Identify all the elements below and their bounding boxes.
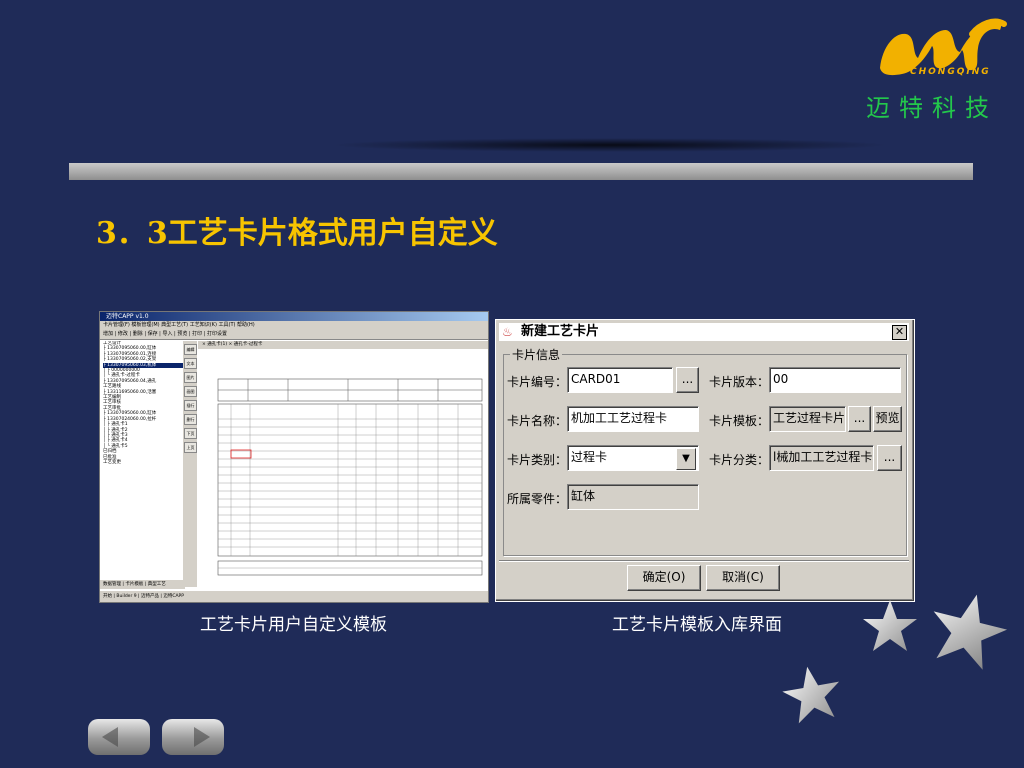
card-no-input[interactable]: CARD01 xyxy=(567,367,673,393)
previous-slide-button[interactable] xyxy=(88,719,150,755)
screenshot-bottom-tabs: 数据管理 | 卡片模板 | 典型工艺 xyxy=(100,580,185,589)
preview-button[interactable]: 预览 xyxy=(873,406,902,432)
close-button[interactable]: ✕ xyxy=(892,325,907,340)
screenshot-doc-tabs: × 通孔卡(1) × 通孔卡-过程卡 xyxy=(198,341,488,349)
left-caption: 工艺卡片用户自定义模板 xyxy=(200,615,387,635)
card-template-browse-button[interactable]: ... xyxy=(848,406,871,432)
cancel-button[interactable]: 取消(C) xyxy=(706,565,780,591)
card-version-label: 卡片版本： xyxy=(709,375,770,389)
dialog-titlebar: ♨ 新建工艺卡片 ✕ xyxy=(499,323,909,341)
card-name-input[interactable]: 机加工工艺过程卡 xyxy=(567,406,699,432)
side-button: 插行 xyxy=(184,400,197,411)
card-category-field: l械加工工艺过程卡 xyxy=(769,445,874,471)
chevron-down-icon[interactable]: ▼ xyxy=(676,448,696,470)
logo-english-text: CHONGQING xyxy=(910,67,991,77)
screenshot-side-buttons: 编辑 文本 图片 画图 插行 删行 下页 上页 xyxy=(183,341,197,587)
decorative-shadow xyxy=(330,138,890,152)
side-button: 编辑 xyxy=(184,344,197,355)
card-type-select[interactable]: 过程卡 ▼ xyxy=(567,445,699,471)
side-button: 下页 xyxy=(184,428,197,439)
card-name-label: 卡片名称： xyxy=(507,414,568,428)
side-button: 上页 xyxy=(184,442,197,453)
screenshot-menu-bar: 卡片管理(F) 模板管理(M) 典型工艺(T) 工艺知识(K) 工具(T) 帮助… xyxy=(100,321,488,329)
arrow-left-icon xyxy=(102,727,118,747)
arrow-right-icon xyxy=(194,727,210,747)
right-caption: 工艺卡片模板入库界面 xyxy=(612,615,782,635)
card-no-browse-button[interactable]: ... xyxy=(676,367,699,393)
card-template-label: 卡片模板： xyxy=(709,414,770,428)
card-category-label: 卡片分类： xyxy=(709,453,770,467)
star-icon xyxy=(863,600,917,651)
screenshot-window-title: 迈特CAPP v1.0 xyxy=(100,312,488,321)
screenshot-tree-panel: 工艺设计 ├ 13307095060.00,缸体 ├ 13307095060.0… xyxy=(100,341,186,587)
side-button: 删行 xyxy=(184,414,197,425)
horizontal-rule-bar xyxy=(69,163,973,180)
dialog-title: 新建工艺卡片 xyxy=(521,324,600,339)
side-button: 图片 xyxy=(184,372,197,383)
card-template-field: 工艺过程卡片 xyxy=(769,406,846,432)
card-version-input[interactable]: 00 xyxy=(769,367,901,393)
java-cup-icon: ♨ xyxy=(502,325,513,339)
new-card-dialog: ♨ 新建工艺卡片 ✕ 卡片信息 卡片编号： CARD01 ... 卡片版本： 0… xyxy=(495,319,915,602)
side-button: 文本 xyxy=(184,358,197,369)
screenshot-taskbar: 开始 | Builder 9 | 迈特产品 | 迈特CAPP xyxy=(100,590,488,602)
ok-button[interactable]: 确定(O) xyxy=(627,565,701,591)
capp-template-screenshot: 迈特CAPP v1.0 卡片管理(F) 模板管理(M) 典型工艺(T) 工艺知识… xyxy=(99,311,489,603)
star-icon xyxy=(782,666,840,724)
tree-item: 工艺变更 xyxy=(103,459,121,465)
card-type-value: 过程卡 xyxy=(571,450,608,464)
screenshot-document-area: × 通孔卡(1) × 通孔卡-过程卡 xyxy=(198,341,488,587)
part-field: 缸体 xyxy=(567,484,699,510)
screenshot-toolbar: 增加 | 修改 | 删除 | 保存 | 导入 | 预览 | 打印 | 打印设置 xyxy=(100,329,488,340)
card-no-label: 卡片编号： xyxy=(507,375,568,389)
star-icon xyxy=(933,594,1008,670)
dialog-separator xyxy=(499,560,909,562)
logo-chinese-text: 迈特科技 xyxy=(866,94,998,122)
side-button: 画图 xyxy=(184,386,197,397)
slide-title: 3．3工艺卡片格式用户自定义 xyxy=(96,216,498,251)
card-type-label: 卡片类别： xyxy=(507,453,568,467)
part-label: 所属零件： xyxy=(507,492,568,506)
group-label: 卡片信息 xyxy=(510,346,563,363)
card-category-browse-button[interactable]: ... xyxy=(877,445,902,471)
next-slide-button[interactable] xyxy=(162,719,224,755)
process-card-grid xyxy=(217,378,483,576)
